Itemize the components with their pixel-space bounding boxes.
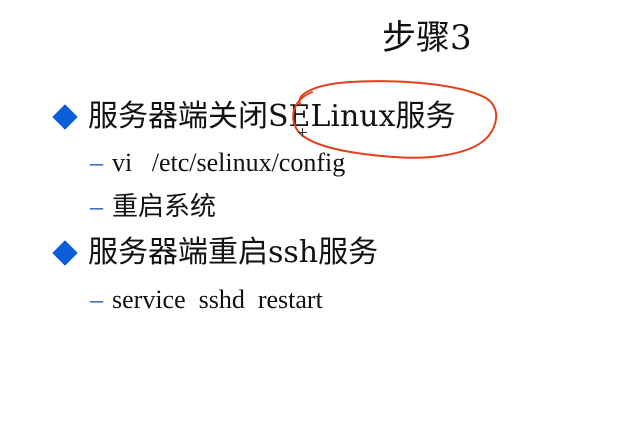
subitem-restart-sshd: – service sshd restart [90,283,323,317]
slide-title: 步骤3 [382,18,472,58]
bullet-item-ssh: 服务器端重启ssh服务 [50,233,378,273]
subitem-reboot: – 重启系统 [90,190,216,224]
crosshair-cursor-icon [298,128,307,137]
diamond-bullet-icon [52,240,78,266]
bullet-text: 服务器端关闭SELinux服务 [88,99,456,134]
dash-bullet: – [90,285,103,314]
diamond-bullet-icon [52,104,78,130]
slide: 步骤3 服务器端关闭SELinux服务 – vi /etc/selinux/co… [0,0,640,436]
bullet-text: 服务器端重启ssh服务 [88,235,379,270]
subitem-text: vi /etc/selinux/config [112,148,346,177]
dash-bullet: – [90,192,103,221]
subitem-text: service sshd restart [112,285,323,314]
bullet-item-selinux: 服务器端关闭SELinux服务 [50,97,456,137]
dash-bullet: – [90,148,103,177]
subitem-vi-config: – vi /etc/selinux/config [90,146,345,180]
subitem-text: 重启系统 [112,192,217,221]
